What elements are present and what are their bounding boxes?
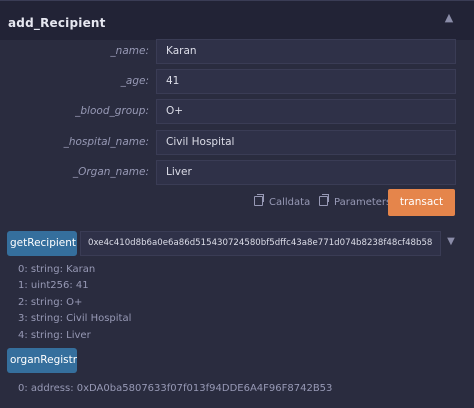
parameters-label: Parameters xyxy=(334,197,392,208)
age-input[interactable]: 41 xyxy=(156,69,456,94)
param-label: _age: xyxy=(120,75,149,87)
output-line: 4: string: Liver xyxy=(18,330,91,341)
blood-group-input[interactable]: O+ xyxy=(156,99,456,124)
calldata-copy-button[interactable]: Calldata xyxy=(254,194,311,212)
param-label: _hospital_name: xyxy=(63,136,149,148)
organ-name-input[interactable]: Liver xyxy=(156,160,456,185)
param-label: _blood_group: xyxy=(75,105,149,117)
function-title: add_Recipient xyxy=(8,16,106,30)
contract-function-panel: add_Recipient ▲ _name: Karan _age: 41 _b… xyxy=(0,0,474,408)
parameters-copy-button[interactable]: Parameters xyxy=(319,194,392,212)
chevron-up-icon[interactable]: ▲ xyxy=(442,11,456,25)
get-recipient-input[interactable]: 0xe4c410d8b6a0e6a86d515430724580bf5dffc4… xyxy=(80,231,441,256)
transact-button[interactable]: transact xyxy=(388,189,455,216)
calldata-label: Calldata xyxy=(269,197,311,208)
output-line: 1: uint256: 41 xyxy=(18,280,89,291)
get-recipient-button[interactable]: getRecipient xyxy=(7,231,77,256)
param-row-blood-group: _blood_group: O+ xyxy=(0,99,474,124)
hospital-name-input[interactable]: Civil Hospital xyxy=(156,130,456,155)
chevron-down-icon[interactable]: ▼ xyxy=(445,236,457,248)
param-row-organ-name: _Organ_name: Liver xyxy=(0,160,474,185)
param-label: _Organ_name: xyxy=(72,166,149,178)
output-line: 3: string: Civil Hospital xyxy=(18,313,132,324)
copy-icon xyxy=(319,194,329,206)
organ-registry-button[interactable]: organRegistryl xyxy=(7,348,77,373)
output-line: 0: string: Karan xyxy=(18,264,96,275)
function-header[interactable]: add_Recipient ▲ xyxy=(0,0,474,40)
param-row-name: _name: Karan xyxy=(0,39,474,64)
param-row-hospital-name: _hospital_name: Civil Hospital xyxy=(0,130,474,155)
param-row-age: _age: 41 xyxy=(0,69,474,94)
output-line: 0: address: 0xDA0ba5807633f07f013f94DDE6… xyxy=(18,383,333,394)
output-line: 2: string: O+ xyxy=(18,297,83,308)
name-input[interactable]: Karan xyxy=(156,39,456,64)
copy-icon xyxy=(254,194,264,206)
param-label: _name: xyxy=(110,45,149,57)
